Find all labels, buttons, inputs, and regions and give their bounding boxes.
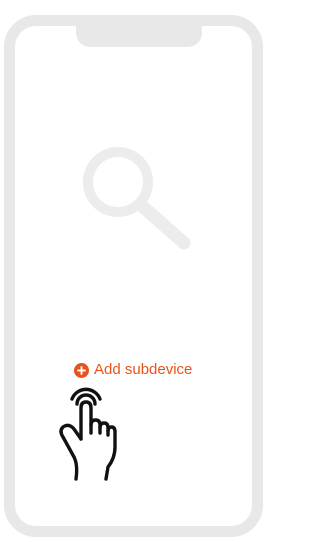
plus-circle-icon xyxy=(74,362,89,378)
add-subdevice-button[interactable]: Add subdevice xyxy=(74,361,192,379)
add-subdevice-label: Add subdevice xyxy=(94,361,193,378)
phone-notch xyxy=(76,19,202,47)
onboarding-illustration: Add subdevice xyxy=(0,0,266,542)
search-icon xyxy=(83,147,191,250)
tap-hand-icon xyxy=(59,387,117,481)
phone-frame xyxy=(4,15,263,537)
